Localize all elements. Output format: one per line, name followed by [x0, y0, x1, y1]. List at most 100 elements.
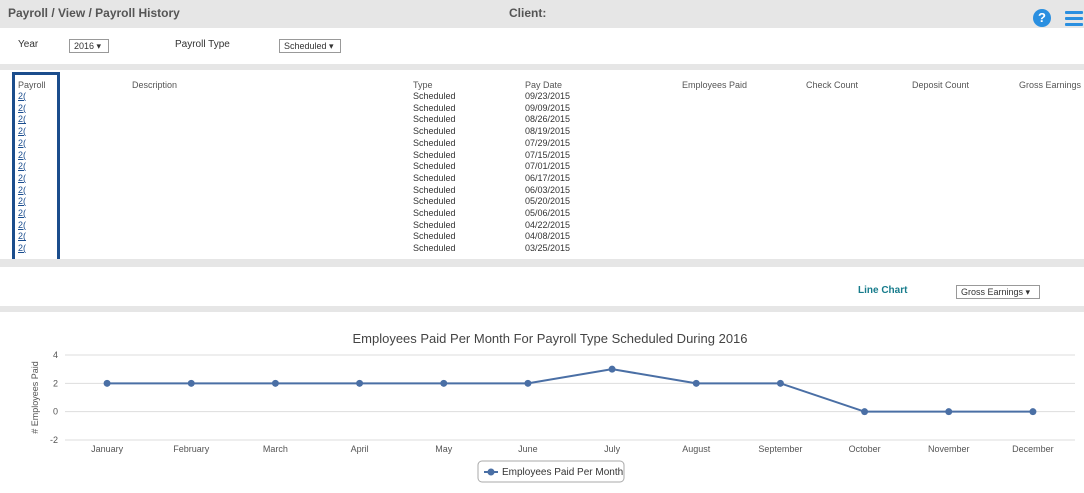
- payroll-type-cell: Scheduled: [413, 231, 456, 242]
- legend-label: Employees Paid Per Month: [502, 467, 623, 478]
- data-point: [187, 379, 195, 387]
- y-tick-label: 2: [53, 378, 58, 388]
- year-label: Year: [18, 39, 39, 50]
- x-tick-label: September: [758, 444, 802, 454]
- pay-date-cell: 06/03/2015: [525, 184, 571, 195]
- pay-date-cell: 08/26/2015: [525, 114, 571, 125]
- chart-controls: Line Chart Gross Earnings ▾: [0, 270, 1084, 310]
- line-chart-link[interactable]: Line Chart: [858, 285, 907, 296]
- payroll-type-cell: Scheduled: [413, 172, 456, 183]
- payroll-type-cell: Scheduled: [413, 184, 456, 195]
- pay-date-cell: 06/17/2015: [525, 172, 571, 183]
- table-row[interactable]: 2(Scheduled 07/29/2015: [0, 138, 1084, 150]
- data-point: [945, 408, 953, 416]
- table-row[interactable]: 2(Scheduled 05/06/2015: [0, 208, 1084, 220]
- payroll-type-select[interactable]: Scheduled ▾: [279, 39, 341, 53]
- chart-metric-select[interactable]: Gross Earnings ▾: [956, 285, 1040, 299]
- payroll-column-highlight: [12, 72, 60, 263]
- data-point: [776, 379, 784, 387]
- table-row[interactable]: 2(Scheduled 09/23/2015: [0, 91, 1084, 103]
- y-tick-label: -2: [50, 435, 58, 445]
- data-point: [861, 408, 869, 416]
- table-row[interactable]: 2(Scheduled 06/03/2015: [0, 185, 1084, 197]
- table-row[interactable]: 2(Scheduled 08/19/2015: [0, 126, 1084, 138]
- pay-date-cell: 07/29/2015: [525, 137, 571, 148]
- pay-date-cell: 07/01/2015: [525, 161, 571, 172]
- data-point: [271, 379, 279, 387]
- chart-title: Employees Paid Per Month For Payroll Typ…: [352, 331, 747, 346]
- pay-date-cell: 05/20/2015: [525, 196, 571, 207]
- column-header-gross-earnings[interactable]: Gross Earnings: [1019, 80, 1081, 90]
- payroll-type-cell: Scheduled: [413, 161, 456, 172]
- pay-date-cell: 08/19/2015: [525, 126, 571, 137]
- series-line: [107, 368, 1033, 413]
- payroll-type-cell: Scheduled: [413, 208, 456, 218]
- payroll-type-cell: Scheduled: [413, 196, 456, 207]
- pay-date-cell: 04/22/2015: [525, 219, 571, 230]
- data-point: [440, 379, 448, 387]
- pay-date-cell: 05/06/2015: [525, 208, 571, 218]
- table-row[interactable]: 2(Scheduled 07/15/2015: [0, 150, 1084, 162]
- column-header-type[interactable]: Type: [413, 80, 433, 90]
- data-point: [356, 379, 364, 387]
- x-tick-label: May: [435, 444, 453, 454]
- x-tick-label: November: [928, 444, 970, 454]
- payroll-type-cell: Scheduled: [413, 126, 456, 137]
- column-header-description[interactable]: Description: [132, 80, 177, 90]
- payroll-type-cell: Scheduled: [413, 243, 456, 254]
- x-tick-label: April: [351, 444, 369, 454]
- x-tick-label: June: [518, 444, 538, 454]
- x-tick-label: July: [604, 444, 621, 454]
- pay-date-cell: 04/08/2015: [525, 231, 571, 242]
- divider: [0, 64, 1084, 70]
- x-tick-label: October: [849, 444, 881, 454]
- column-header-check-count[interactable]: Check Count: [806, 80, 858, 90]
- data-point: [692, 379, 700, 387]
- data-point: [1029, 408, 1037, 416]
- filters-bar: Year 2016 ▾ Payroll Type Scheduled ▾: [0, 28, 1084, 64]
- payroll-type-cell: Scheduled: [413, 219, 456, 230]
- payroll-type-label: Payroll Type: [175, 39, 230, 50]
- data-point: [103, 379, 111, 387]
- x-tick-label: August: [682, 444, 711, 454]
- data-point: [524, 379, 532, 387]
- table-row[interactable]: 2(Scheduled 05/20/2015: [0, 196, 1084, 208]
- y-tick-label: 0: [53, 407, 58, 417]
- x-tick-label: March: [263, 444, 288, 454]
- question-circle-icon[interactable]: ?: [1033, 9, 1051, 27]
- top-bar: Payroll / View / Payroll History Client:…: [0, 0, 1084, 28]
- table-row[interactable]: 2(Scheduled 08/26/2015: [0, 114, 1084, 126]
- payroll-history-table: Payroll Description Type Pay Date Employ…: [0, 79, 1084, 259]
- client-label: Client:: [509, 6, 547, 20]
- year-select[interactable]: 2016 ▾: [69, 39, 109, 53]
- table-row[interactable]: 2(Scheduled 03/25/2015: [0, 243, 1084, 255]
- table-row[interactable]: 2(Scheduled 09/09/2015: [0, 103, 1084, 115]
- legend-marker-icon: [487, 468, 495, 476]
- x-tick-label: December: [1012, 444, 1054, 454]
- column-header-employees-paid[interactable]: Employees Paid: [682, 80, 747, 90]
- x-tick-label: January: [91, 444, 124, 454]
- data-point: [608, 365, 616, 373]
- payroll-type-cell: Scheduled: [413, 137, 456, 148]
- x-tick-label: February: [173, 444, 210, 454]
- table-row[interactable]: 2(Scheduled 06/17/2015: [0, 173, 1084, 185]
- table-row[interactable]: 2(Scheduled 04/22/2015: [0, 220, 1084, 232]
- divider: [0, 259, 1084, 267]
- y-axis-label: # Employees Paid: [30, 361, 40, 434]
- column-header-deposit-count[interactable]: Deposit Count: [912, 80, 969, 90]
- table-row[interactable]: 2(Scheduled 04/08/2015: [0, 231, 1084, 243]
- y-tick-label: 4: [53, 350, 58, 360]
- table-row[interactable]: 2(Scheduled 07/01/2015: [0, 161, 1084, 173]
- payroll-type-cell: Scheduled: [413, 114, 456, 125]
- payroll-type-cell: Scheduled: [413, 149, 456, 160]
- pay-date-cell: 09/23/2015: [525, 91, 571, 101]
- column-header-pay-date[interactable]: Pay Date: [525, 80, 562, 90]
- list-menu-icon[interactable]: [1065, 9, 1083, 27]
- employees-paid-chart: Employees Paid Per Month For Payroll Typ…: [0, 312, 1084, 493]
- pay-date-cell: 03/25/2015: [525, 243, 571, 254]
- pay-date-cell: 09/09/2015: [525, 102, 571, 113]
- chart-svg: Employees Paid Per Month For Payroll Typ…: [30, 331, 1075, 483]
- pay-date-cell: 07/15/2015: [525, 149, 571, 160]
- breadcrumb: Payroll / View / Payroll History: [8, 6, 180, 20]
- payroll-type-cell: Scheduled: [413, 102, 456, 113]
